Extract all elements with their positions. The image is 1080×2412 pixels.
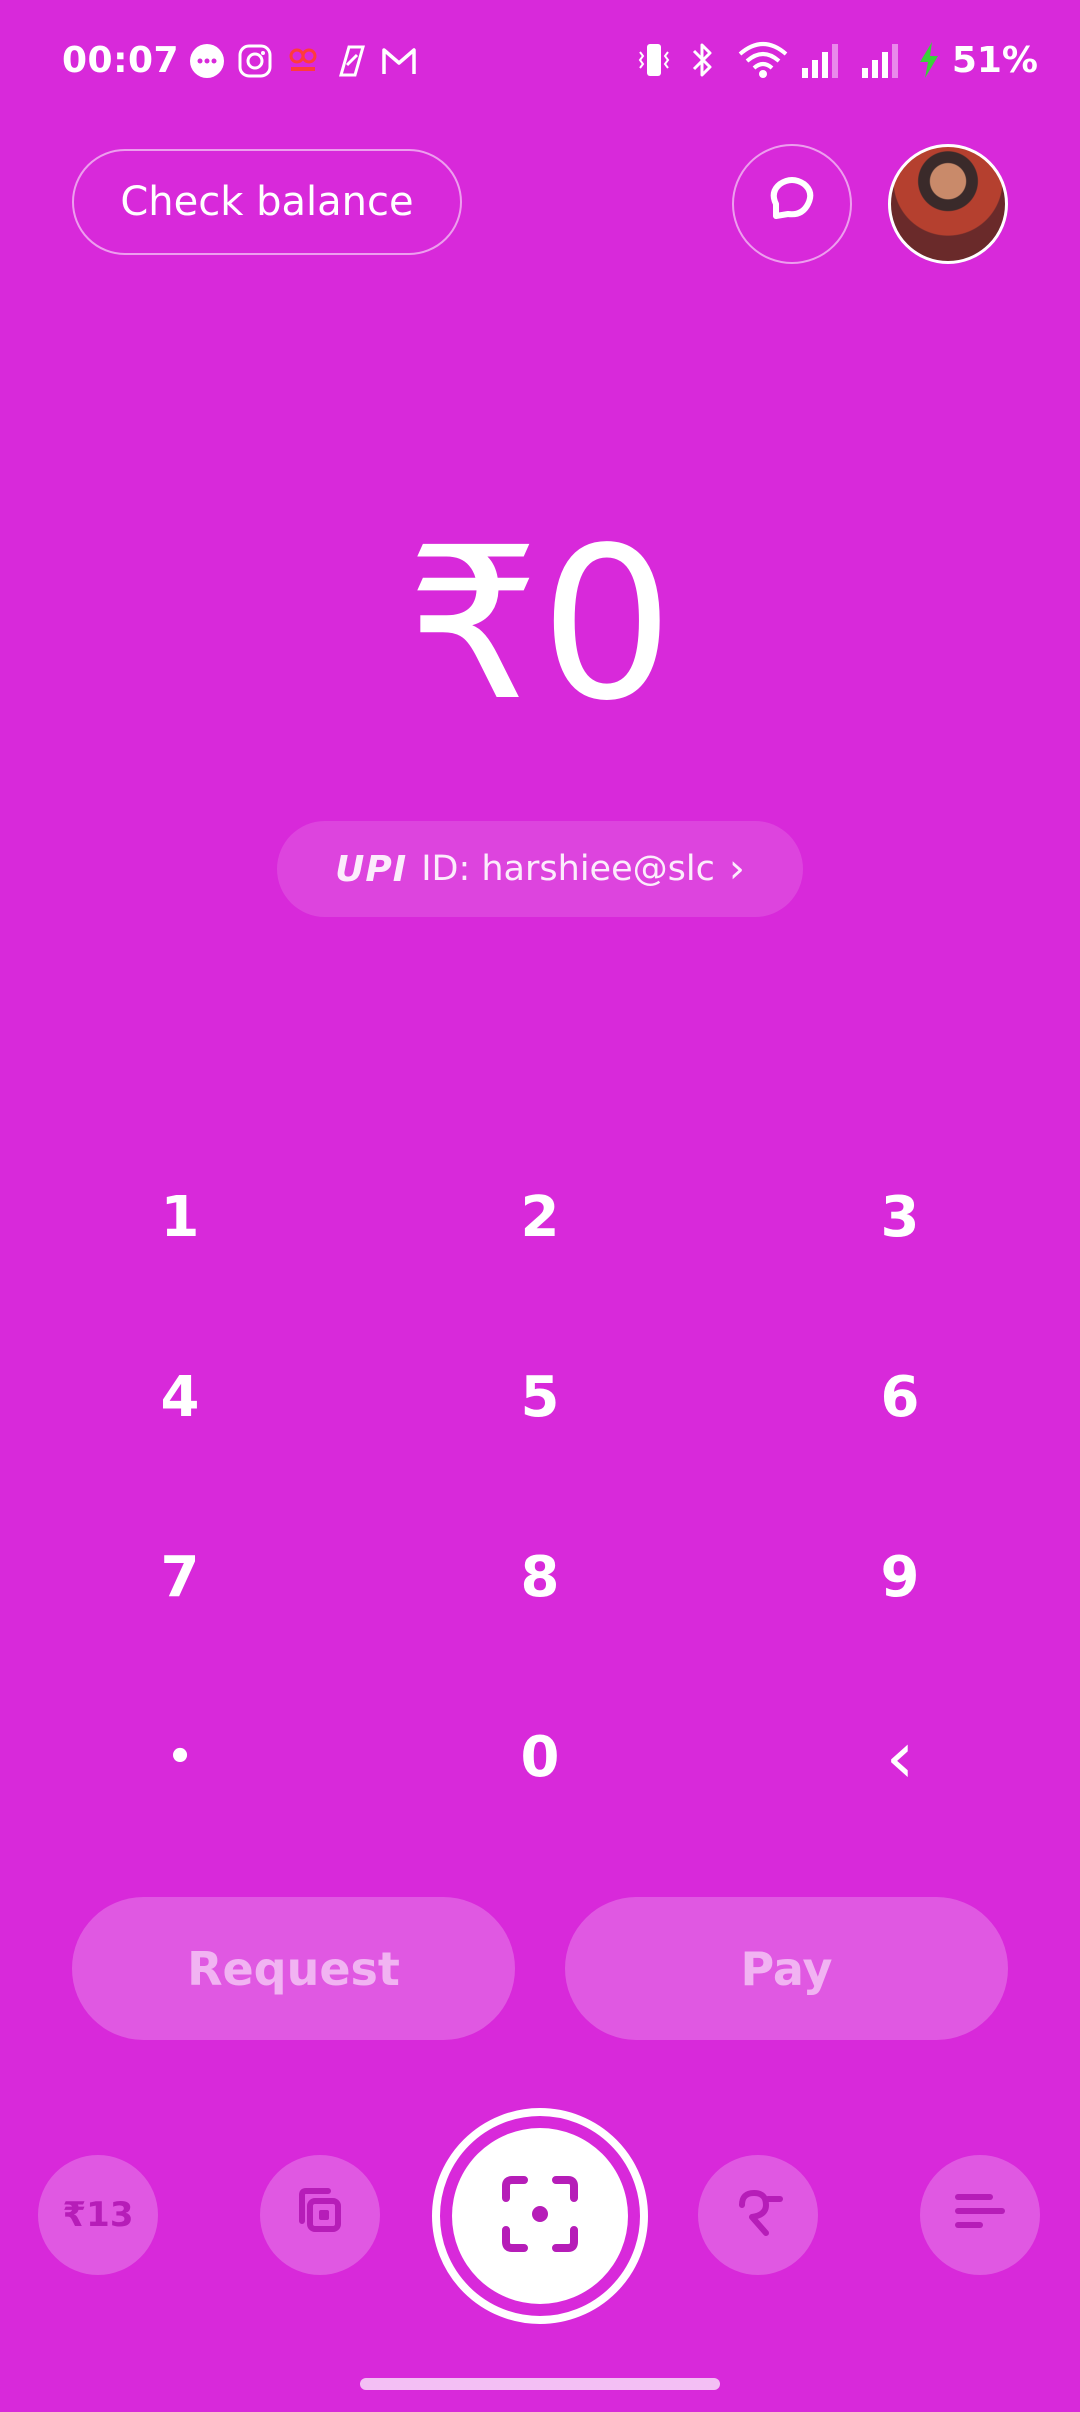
amount-display: ₹0 <box>406 502 674 747</box>
home-indicator[interactable] <box>360 2378 720 2390</box>
upi-logo: UPI <box>335 848 408 890</box>
key-decimal[interactable]: • <box>80 1687 280 1827</box>
rupee-flow-icon <box>728 2181 788 2250</box>
check-balance-button[interactable]: Check balance <box>72 149 462 255</box>
wifi-icon <box>736 40 790 80</box>
signal-icon-2 <box>860 40 906 80</box>
menu-button[interactable] <box>920 2155 1040 2275</box>
app-icon <box>284 42 322 80</box>
key-6[interactable]: 6 <box>800 1327 1000 1467</box>
rewards-button[interactable]: ₹13 <box>38 2155 158 2275</box>
upi-id-text: ID: harshiee@slc <box>421 849 715 889</box>
backspace-key[interactable]: ‹ <box>800 1687 1000 1827</box>
upi-id-chip[interactable]: UPI ID: harshiee@slc › <box>277 821 803 917</box>
key-5[interactable]: 5 <box>440 1327 640 1467</box>
instagram-icon <box>236 42 274 80</box>
status-bar: 00:07 51% <box>0 0 1080 124</box>
key-8[interactable]: 8 <box>440 1507 640 1647</box>
pay-button[interactable]: Pay <box>565 1897 1008 2040</box>
key-0[interactable]: 0 <box>440 1687 640 1827</box>
key-1[interactable]: 1 <box>80 1147 280 1287</box>
key-4[interactable]: 4 <box>80 1327 280 1467</box>
swiggy-icon <box>332 42 370 80</box>
request-button[interactable]: Request <box>72 1897 515 2040</box>
upi-lite-button[interactable] <box>698 2155 818 2275</box>
gmail-icon <box>380 42 418 80</box>
charging-icon <box>916 40 942 80</box>
scan-qr-inner <box>452 2128 628 2304</box>
passbook-icon <box>290 2181 350 2250</box>
scan-qr-button[interactable] <box>432 2108 648 2324</box>
menu-icon <box>950 2181 1010 2250</box>
key-2[interactable]: 2 <box>440 1147 640 1287</box>
messages-icon <box>188 42 226 80</box>
status-time: 00:07 <box>62 40 180 81</box>
key-3[interactable]: 3 <box>800 1147 1000 1287</box>
qr-scan-icon <box>500 2174 580 2258</box>
rewards-label: ₹13 <box>62 2195 134 2235</box>
chevron-right-icon: › <box>728 846 745 892</box>
passbook-button[interactable] <box>260 2155 380 2275</box>
signal-icon <box>800 40 846 80</box>
battery-percent: 51% <box>951 40 1038 81</box>
profile-avatar[interactable] <box>888 144 1008 264</box>
bluetooth-icon <box>688 40 718 80</box>
chat-button[interactable] <box>732 144 852 264</box>
vibrate-icon <box>634 40 674 80</box>
key-7[interactable]: 7 <box>80 1507 280 1647</box>
chat-icon <box>762 172 822 236</box>
key-9[interactable]: 9 <box>800 1507 1000 1647</box>
